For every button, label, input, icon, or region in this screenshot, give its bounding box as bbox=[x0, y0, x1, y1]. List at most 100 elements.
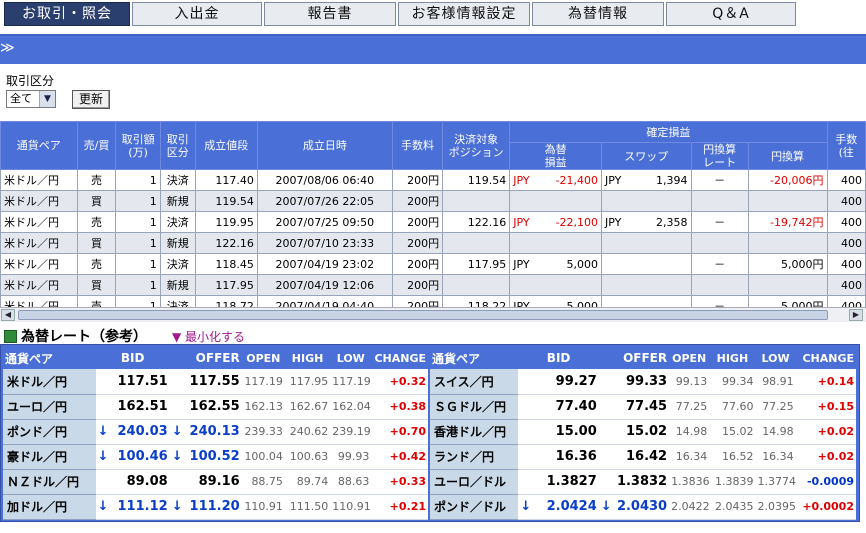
cell-kind: 新規 bbox=[159, 190, 196, 212]
swap-value: 2,358 bbox=[656, 215, 688, 229]
scroll-left-icon[interactable]: ◀ bbox=[1, 309, 15, 321]
cell-side: 買 bbox=[76, 190, 117, 212]
cell-jpy-rate bbox=[690, 232, 749, 254]
rate-bid: ↓ 240.03 bbox=[95, 419, 170, 445]
table-row[interactable]: 米ドル／円買 1 新規 122.16 2007/07/10 23:33 200円 400 bbox=[0, 232, 866, 254]
horizontal-scrollbar[interactable]: ◀ ▶ bbox=[0, 307, 866, 322]
cell-qty: 1 bbox=[115, 169, 161, 191]
rate-offer: 99.33 bbox=[598, 369, 670, 395]
cell-kind: 新規 bbox=[159, 232, 196, 254]
rate-bid-value: 89.08 bbox=[126, 474, 168, 489]
cell-side: 売 bbox=[76, 253, 117, 275]
rate-change: +0.14 bbox=[795, 369, 856, 395]
rate-row[interactable]: ユーロ／ドル 1.3827 1.3832 1.3836 1.3839 1.3774 -0.0… bbox=[430, 469, 856, 495]
cell-jpy: -20,006円 bbox=[747, 169, 828, 191]
cell-kind: 決済 bbox=[159, 211, 196, 233]
chart-icon bbox=[4, 330, 17, 343]
arrow-down-icon: ↓ bbox=[97, 499, 109, 514]
refresh-button[interactable]: 更新 bbox=[72, 90, 110, 109]
rate-offer-value: 89.16 bbox=[198, 474, 240, 489]
rate-row[interactable]: スイス／円 99.27 99.33 99.13 99.34 98.91 +0.14 bbox=[430, 369, 856, 395]
rates-header-pair: 通貨ペア bbox=[3, 347, 96, 369]
cell-pair: 米ドル／円 bbox=[0, 190, 78, 212]
rate-open: 1.3836 bbox=[669, 469, 710, 495]
tab-reports[interactable]: 報告書 bbox=[264, 2, 396, 26]
trade-type-selected: 全て bbox=[10, 92, 32, 105]
tab-trading[interactable]: お取引・照会 bbox=[4, 2, 130, 26]
filter-label: 取引区分 bbox=[6, 74, 55, 88]
swap-currency: JPY bbox=[605, 215, 622, 229]
rate-bid: 77.40 bbox=[518, 394, 599, 420]
scroll-thumb[interactable] bbox=[18, 310, 828, 320]
table-row[interactable]: 米ドル／円買 1 新規 117.95 2007/04/19 12:06 200円 400 bbox=[0, 274, 866, 296]
rate-open: 14.98 bbox=[669, 419, 710, 445]
rates-header-offer: OFFER bbox=[598, 347, 670, 369]
cell-settle: 117.95 bbox=[442, 253, 511, 275]
tab-customer-settings[interactable]: お客様情報設定 bbox=[398, 2, 530, 26]
chevron-down-icon[interactable]: ▼ bbox=[39, 91, 55, 107]
cell-price: 122.16 bbox=[194, 232, 258, 254]
table-row[interactable]: 米ドル／円売 1 決済 118.45 2007/04/19 23:02 200円 117.9… bbox=[0, 253, 866, 275]
cell-fx-pl bbox=[509, 190, 603, 212]
rate-high: 15.02 bbox=[709, 419, 756, 445]
rates-header-change: CHANGE bbox=[795, 347, 856, 369]
rate-open: 88.75 bbox=[241, 469, 285, 495]
rate-offer: 89.16 bbox=[169, 469, 242, 495]
cell-fee2: 400 bbox=[826, 190, 866, 212]
cell-side: 売 bbox=[76, 169, 117, 191]
table-row[interactable]: 米ドル／円売 1 決済 117.40 2007/08/06 06:40 200円 119.5… bbox=[0, 169, 866, 191]
header-pair: 通貨ペア bbox=[0, 121, 78, 170]
rate-open: 117.19 bbox=[241, 369, 285, 395]
rate-offer-value: 111.20 bbox=[189, 499, 240, 514]
rate-offer-value: 240.13 bbox=[189, 424, 240, 439]
rate-low: 239.19 bbox=[330, 419, 372, 445]
rates-header-open: OPEN bbox=[241, 347, 285, 369]
rate-row[interactable]: ポンド／ドル ↓ 2.0424 ↓ 2.0430 2.0422 2.0435 2.0395 +0… bbox=[430, 494, 856, 520]
cell-swap: JPY 1,394 bbox=[601, 169, 692, 191]
rate-pair: 豪ドル／円 bbox=[3, 444, 96, 470]
rate-bid-value: 1.3827 bbox=[546, 474, 597, 489]
arrow-down-icon: ↓ bbox=[97, 424, 109, 439]
cell-jpy-rate: － bbox=[690, 211, 749, 233]
fx-value: -22,100 bbox=[555, 215, 599, 229]
table-row[interactable]: 米ドル／円買 1 新規 119.54 2007/07/26 22:05 200円 400 bbox=[0, 190, 866, 212]
minimize-button[interactable]: ▼ 最小化する bbox=[172, 328, 245, 345]
main-nav-tabs: お取引・照会 入出金 報告書 お客様情報設定 為替情報 Q＆A bbox=[0, 0, 866, 28]
cell-fee: 200円 bbox=[391, 232, 444, 254]
rate-offer: 77.45 bbox=[598, 394, 670, 420]
rate-row[interactable]: ユーロ／円 162.51 162.55 162.13 162.67 162.04 +0.38 bbox=[3, 394, 428, 420]
tab-deposit[interactable]: 入出金 bbox=[132, 2, 262, 26]
rate-row[interactable]: ＳＧドル／円 77.40 77.45 77.25 77.60 77.25 +0.15 bbox=[430, 394, 856, 420]
rate-row[interactable]: 豪ドル／円 ↓ 100.46 ↓ 100.52 100.04 100.63 99.93 +0.4… bbox=[3, 444, 428, 470]
trade-type-select[interactable]: 全て ▼ bbox=[6, 90, 56, 108]
rate-row[interactable]: 加ドル／円 ↓ 111.12 ↓ 111.20 110.91 111.50 110.91 +0.… bbox=[3, 494, 428, 520]
arrow-down-icon: ↓ bbox=[171, 424, 183, 439]
rate-bid: 1.3827 bbox=[518, 469, 599, 495]
rate-bid: ↓ 2.0424 bbox=[518, 494, 599, 520]
rate-row[interactable]: ＮＺドル／円 89.08 89.16 88.75 89.74 88.63 +0.33 bbox=[3, 469, 428, 495]
rate-high: 117.95 bbox=[284, 369, 331, 395]
rate-row[interactable]: 香港ドル／円 15.00 15.02 14.98 15.02 14.98 +0.02 bbox=[430, 419, 856, 445]
rate-row[interactable]: ポンド／円 ↓ 240.03 ↓ 240.13 239.33 240.62 239.19 +0.… bbox=[3, 419, 428, 445]
cell-jpy: 5,000円 bbox=[747, 253, 828, 275]
rate-row[interactable]: ランド／円 16.36 16.42 16.34 16.52 16.34 +0.02 bbox=[430, 444, 856, 470]
cell-fee2: 400 bbox=[826, 232, 866, 254]
tab-fx-info[interactable]: 為替情報 bbox=[532, 2, 664, 26]
rate-pair: 加ドル／円 bbox=[3, 494, 96, 520]
rate-row[interactable]: 米ドル／円 117.51 117.55 117.19 117.95 117.19 +0.32 bbox=[3, 369, 428, 395]
cell-swap bbox=[601, 232, 692, 254]
scroll-right-icon[interactable]: ▶ bbox=[849, 309, 863, 321]
rate-pair: ユーロ／円 bbox=[3, 394, 96, 420]
table-row[interactable]: 米ドル／円売 1 決済 119.95 2007/07/25 09:50 200円 122.1… bbox=[0, 211, 866, 233]
rate-offer: ↓ 111.20 bbox=[169, 494, 242, 520]
rate-high: 111.50 bbox=[284, 494, 331, 520]
cell-price: 118.45 bbox=[194, 253, 258, 275]
rate-bid: 89.08 bbox=[95, 469, 170, 495]
tab-qa[interactable]: Q＆A bbox=[666, 2, 796, 26]
rate-pair: ユーロ／ドル bbox=[430, 469, 519, 495]
rate-offer: ↓ 240.13 bbox=[169, 419, 242, 445]
cell-swap: JPY 2,358 bbox=[601, 211, 692, 233]
cell-price: 119.54 bbox=[194, 190, 258, 212]
rate-change: -0.0009 bbox=[795, 469, 856, 495]
rate-low: 16.34 bbox=[755, 444, 796, 470]
